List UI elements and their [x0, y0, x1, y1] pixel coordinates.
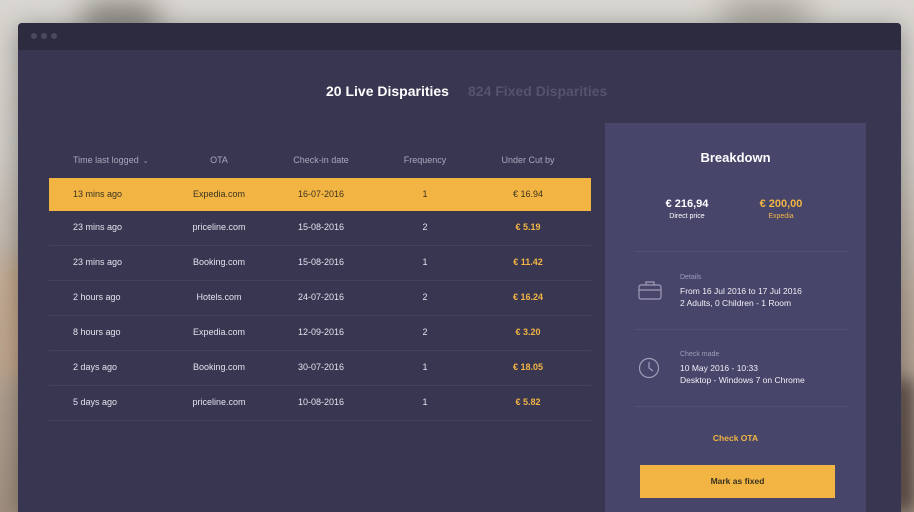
table-row[interactable]: 8 hours ago Expedia.com 12-09-2016 2 € 3.20	[49, 316, 591, 351]
window-minimize-dot[interactable]	[41, 33, 47, 39]
ota-price-amount: € 200,00	[759, 198, 803, 210]
ota-price: € 200,00 Expedia	[736, 198, 826, 220]
disparities-table: Time last logged ⌄ OTA Check-in date Freq…	[49, 146, 591, 421]
briefcase-icon	[638, 280, 662, 305]
window-maximize-dot[interactable]	[51, 33, 57, 39]
ota-price-label: Expedia	[768, 213, 794, 220]
tab-fixed-disparities[interactable]: 824 Fixed Disparities	[468, 83, 607, 99]
cell-time: 23 mins ago	[73, 257, 123, 267]
tab-live-disparities[interactable]: 20 Live Disparities	[326, 83, 449, 99]
divider	[634, 251, 848, 252]
divider	[634, 329, 848, 330]
table-row[interactable]: 2 days ago Booking.com 30-07-2016 1 € 18.05	[49, 351, 591, 386]
cell-time: 23 mins ago	[73, 222, 123, 232]
details-section: Details From 16 Jul 2016 to 17 Jul 2016 …	[680, 274, 802, 309]
breakdown-panel: Breakdown € 216,94 Direct price € 200,00…	[605, 123, 866, 512]
clock-icon	[638, 357, 660, 384]
check-made-label: Check made	[680, 351, 720, 358]
check-made-device: Desktop - Windows 7 on Chrome	[680, 375, 805, 385]
mark-as-fixed-button[interactable]: Mark as fixed	[640, 465, 835, 498]
app-window: 20 Live Disparities 824 Fixed Disparitie…	[18, 23, 901, 512]
window-close-dot[interactable]	[31, 33, 37, 39]
cell-time: 8 hours ago	[73, 327, 121, 337]
cell-time: 13 mins ago	[73, 189, 123, 199]
breakdown-title: Breakdown	[700, 150, 771, 165]
chevron-down-icon: ⌄	[142, 158, 149, 165]
check-made-time: 10 May 2016 - 10:33	[680, 363, 758, 373]
table-row[interactable]: 23 mins ago priceline.com 15-08-2016 2 € 5.1…	[49, 211, 591, 246]
window-titlebar	[18, 23, 901, 50]
direct-price: € 216,94 Direct price	[642, 198, 732, 220]
check-made-section: Check made 10 May 2016 - 10:33 Desktop -…	[680, 351, 805, 386]
table-body: 13 mins ago Expedia.com 16-07-2016 1 € 16.94…	[49, 178, 591, 421]
table-row[interactable]: 13 mins ago Expedia.com 16-07-2016 1 € 16.94	[49, 178, 591, 211]
header-time-last-logged[interactable]: Time last logged ⌄	[73, 155, 149, 165]
check-ota-link[interactable]: Check OTA	[605, 433, 866, 443]
details-guests: 2 Adults, 0 Children - 1 Room	[680, 298, 792, 308]
direct-price-label: Direct price	[669, 213, 705, 220]
cell-time: 5 days ago	[73, 397, 118, 407]
table-header: Time last logged ⌄ OTA Check-in date Freq…	[73, 155, 555, 165]
cell-time: 2 days ago	[73, 362, 118, 372]
table-row[interactable]: 5 days ago priceline.com 10-08-2016 1 € 5.82	[49, 386, 591, 421]
table-row[interactable]: 2 hours ago Hotels.com 24-07-2016 2 € 16.24	[49, 281, 591, 316]
details-label: Details	[680, 274, 702, 281]
details-dates: From 16 Jul 2016 to 17 Jul 2016	[680, 286, 802, 296]
divider	[634, 406, 848, 407]
direct-price-amount: € 216,94	[665, 198, 709, 210]
table-row[interactable]: 23 mins ago Booking.com 15-08-2016 1 € 11.42	[49, 246, 591, 281]
cell-time: 2 hours ago	[73, 292, 121, 302]
